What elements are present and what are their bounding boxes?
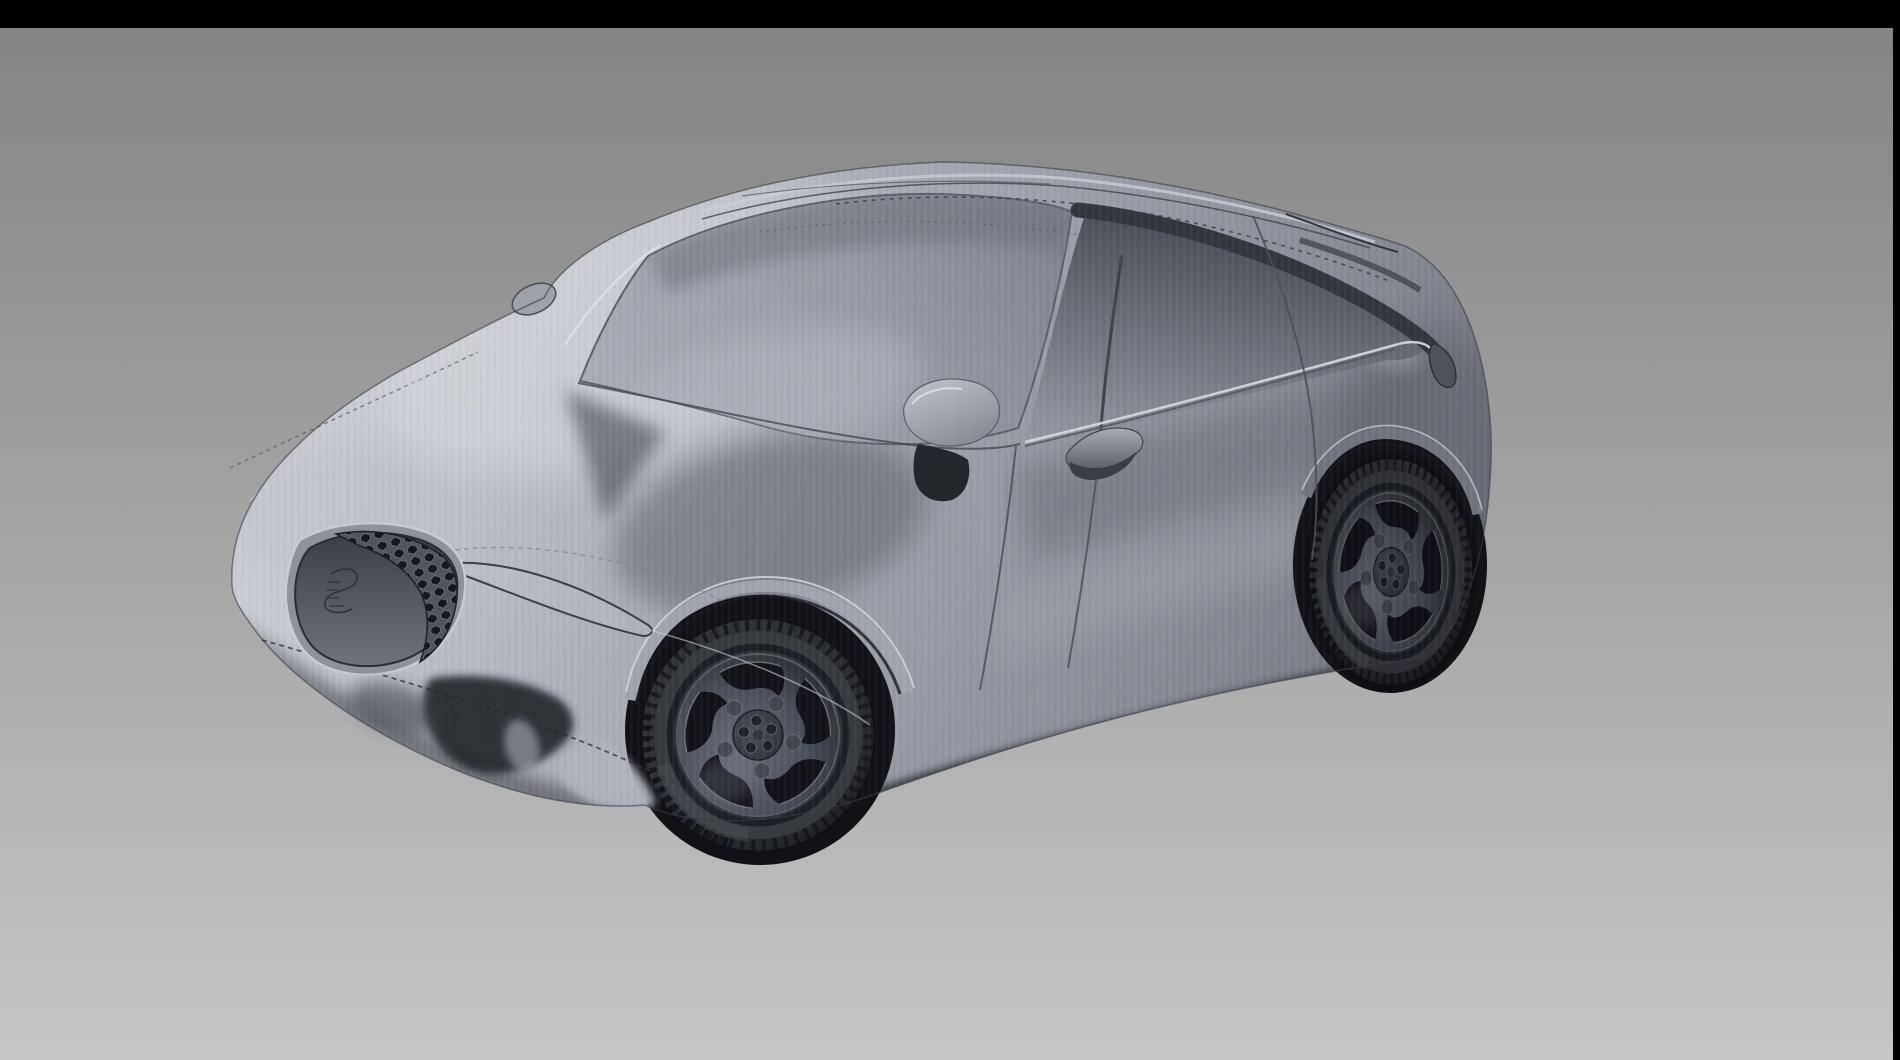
cad-application-window — [0, 0, 1900, 1060]
viewport-canvas[interactable] — [0, 0, 1900, 1060]
right-letterbox-bar — [1893, 0, 1900, 1060]
top-letterbox-bar — [0, 0, 1900, 28]
